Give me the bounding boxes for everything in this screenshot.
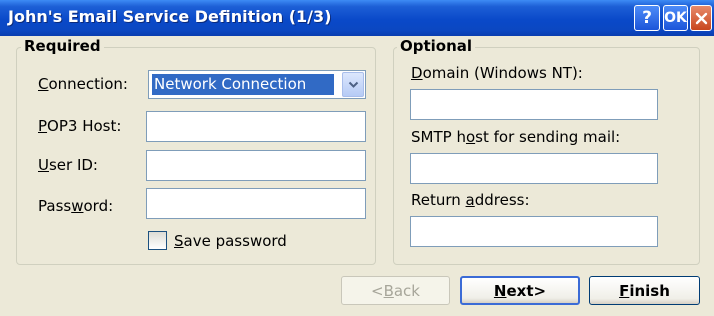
close-x-icon bbox=[695, 12, 707, 24]
save-password-checkbox[interactable] bbox=[148, 231, 167, 250]
question-mark-icon: ? bbox=[642, 8, 652, 28]
pop3-host-label: POP3 Host: bbox=[38, 117, 122, 135]
password-label: Password: bbox=[38, 197, 114, 215]
back-button[interactable]: < Back bbox=[341, 276, 450, 305]
ok-label: OK bbox=[664, 10, 687, 26]
smtp-host-input[interactable] bbox=[410, 153, 658, 184]
user-id-input[interactable] bbox=[146, 150, 366, 181]
smtp-host-label: SMTP host for sending mail: bbox=[411, 128, 621, 146]
ok-button[interactable]: OK bbox=[663, 5, 688, 31]
optional-legend: Optional bbox=[397, 37, 476, 55]
domain-label: Domain (Windows NT): bbox=[411, 64, 583, 82]
connection-select[interactable]: Network Connection bbox=[148, 70, 366, 99]
domain-input[interactable] bbox=[410, 89, 658, 120]
return-address-label: Return address: bbox=[411, 191, 530, 209]
finish-button[interactable]: Finish bbox=[589, 276, 700, 305]
password-input[interactable] bbox=[146, 188, 366, 219]
connection-select-value: Network Connection bbox=[152, 74, 334, 95]
connection-dropdown-button[interactable] bbox=[342, 72, 364, 97]
title-bar[interactable]: John's Email Service Definition (1/3) ? … bbox=[0, 0, 714, 36]
user-id-label: User ID: bbox=[38, 156, 98, 174]
next-button[interactable]: Next> bbox=[460, 276, 580, 305]
save-password-label[interactable]: Save password bbox=[174, 232, 287, 250]
help-button[interactable]: ? bbox=[634, 5, 660, 31]
return-address-input[interactable] bbox=[410, 216, 658, 247]
chevron-down-icon bbox=[348, 81, 358, 88]
pop3-host-input[interactable] bbox=[146, 111, 366, 142]
required-legend: Required bbox=[21, 37, 104, 55]
connection-label: Connection: bbox=[38, 75, 128, 93]
window-title: John's Email Service Definition (1/3) bbox=[8, 7, 332, 26]
close-button[interactable] bbox=[690, 5, 712, 31]
